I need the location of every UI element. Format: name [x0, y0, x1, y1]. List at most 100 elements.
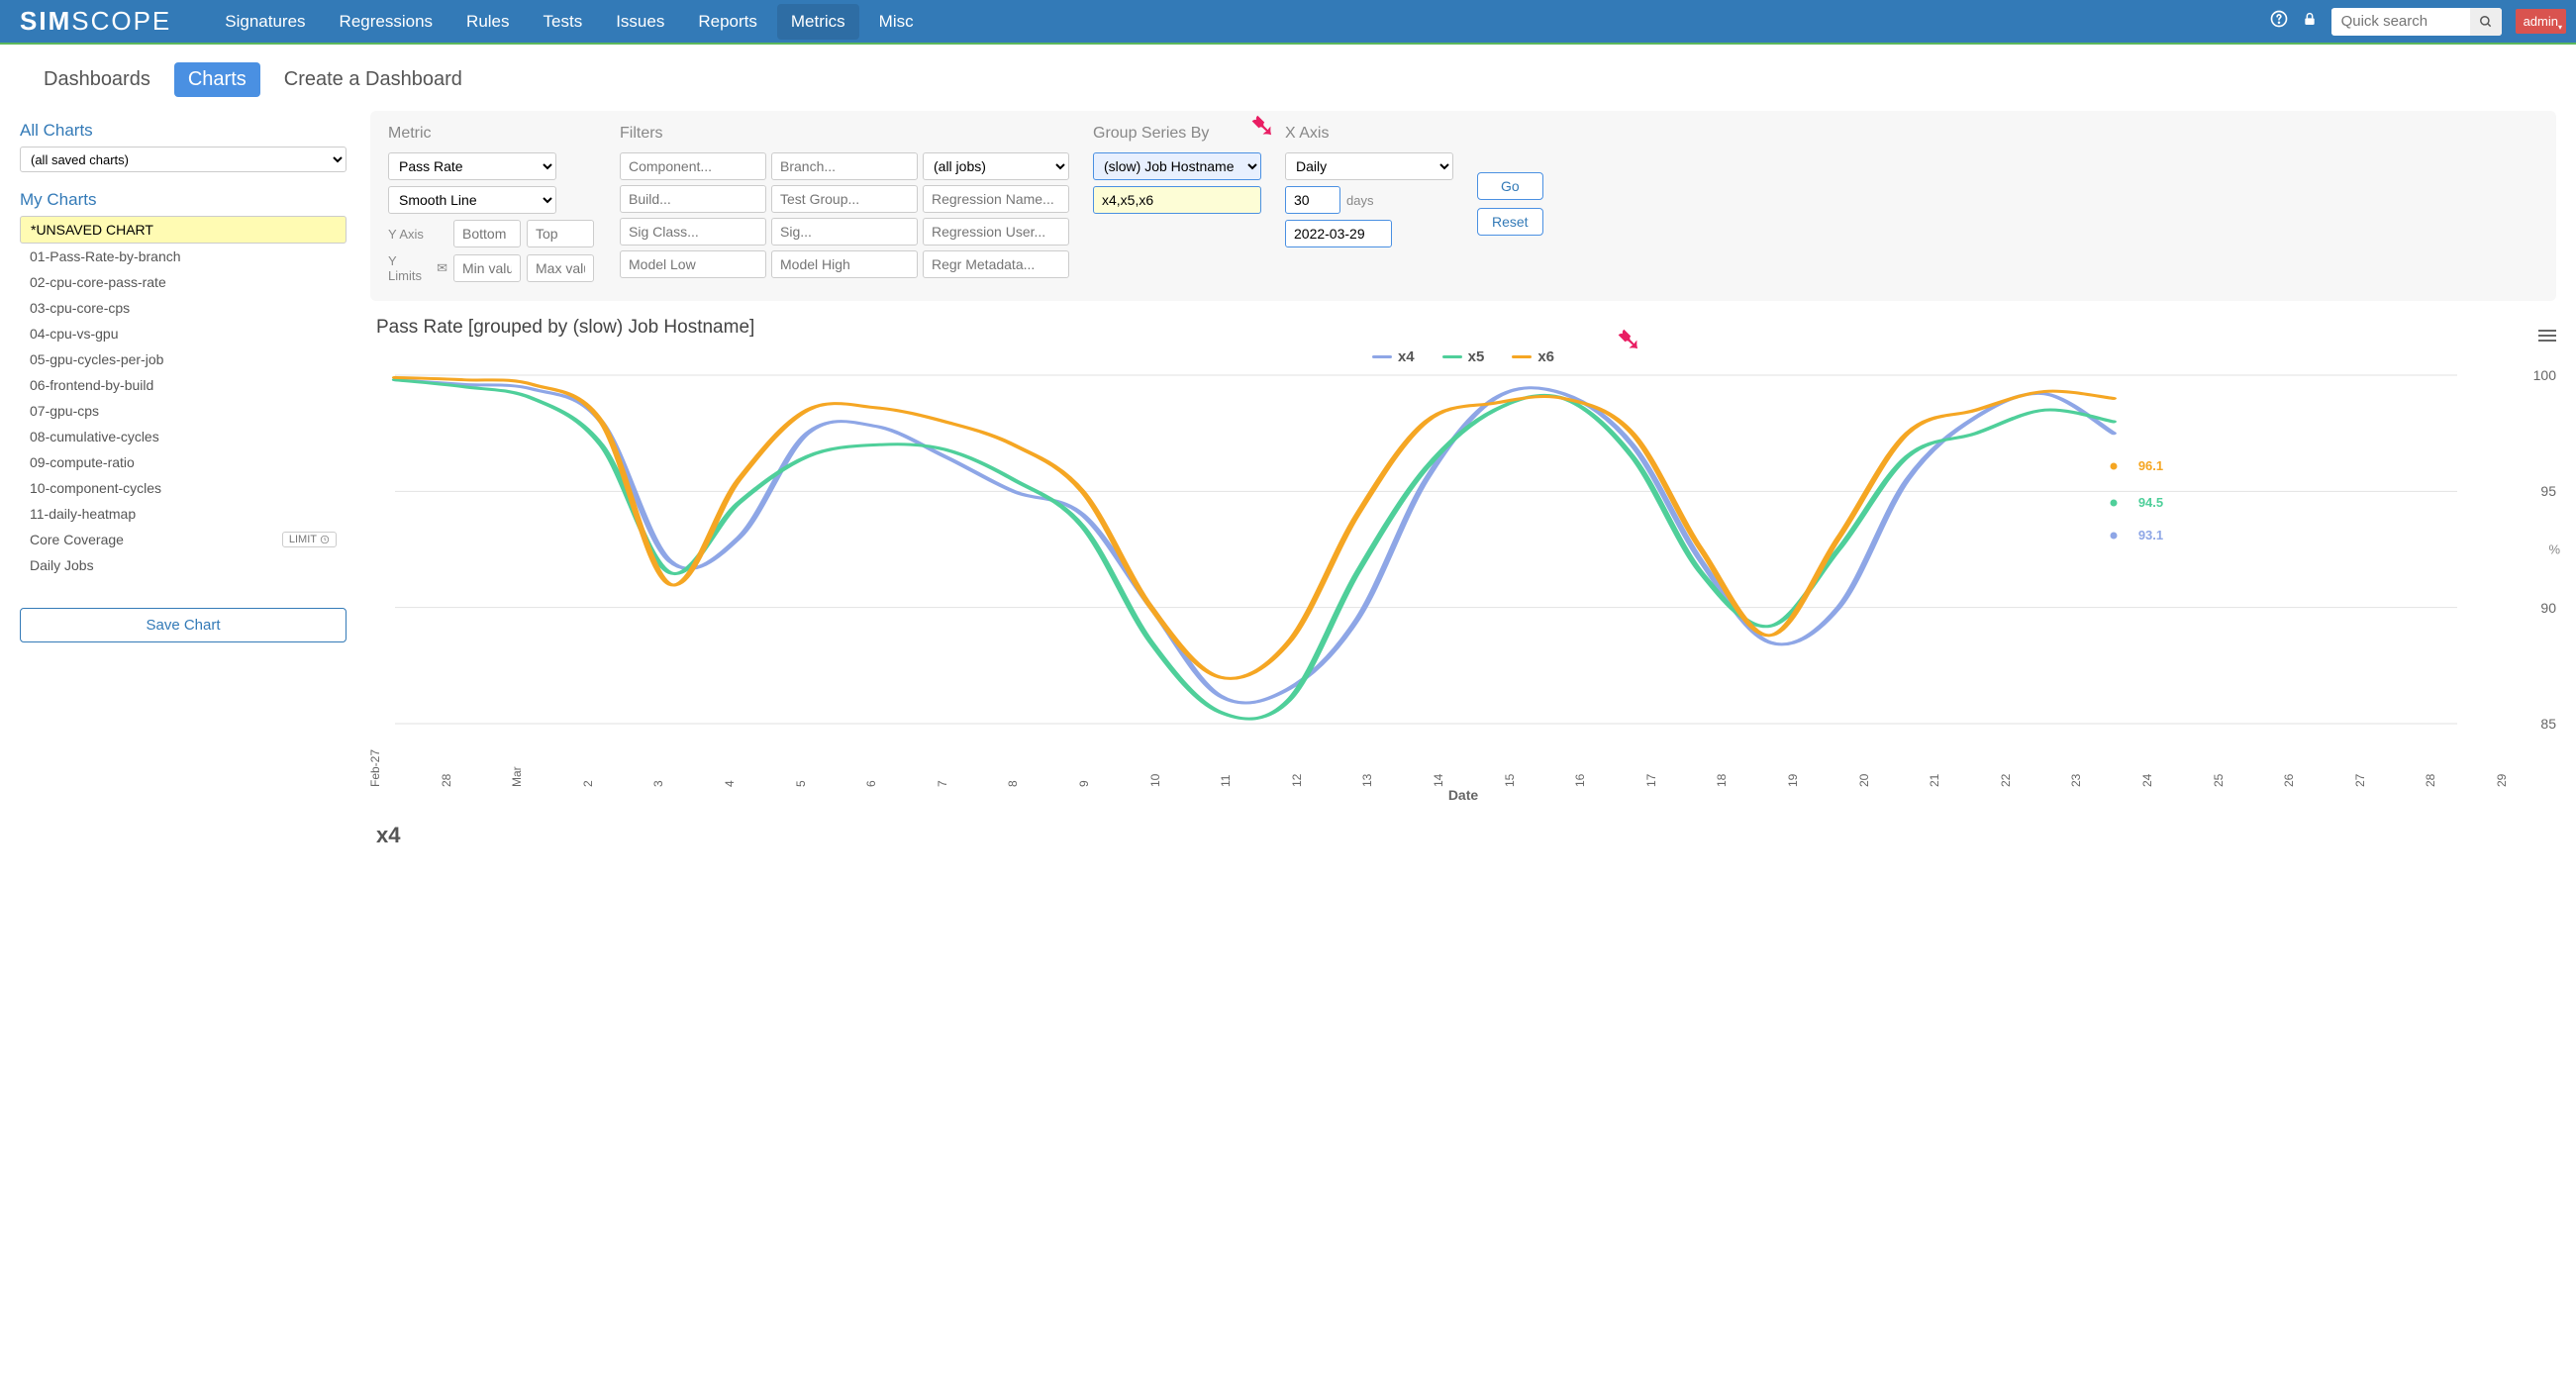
chart-item[interactable]: 07-gpu-cps [20, 398, 347, 424]
series-end-label: 96.1 [2138, 458, 2163, 473]
chart-item[interactable]: Core CoverageLIMIT [20, 527, 347, 552]
legend-item[interactable]: x5 [1442, 348, 1485, 365]
tab-charts[interactable]: Charts [174, 62, 260, 97]
y-unit-label: % [2548, 542, 2560, 557]
nav-rules[interactable]: Rules [452, 4, 523, 40]
x-tick: 29 [2495, 774, 2509, 787]
chart-item[interactable]: 06-frontend-by-build [20, 372, 347, 398]
x-tick: 5 [794, 780, 808, 787]
filter-regrname[interactable] [923, 185, 1069, 213]
x-tick: 3 [651, 780, 665, 787]
tab-dashboards[interactable]: Dashboards [30, 62, 164, 97]
chart-list: *UNSAVED CHART01-Pass-Rate-by-branch02-c… [20, 216, 347, 578]
filter-regrmeta[interactable] [923, 250, 1069, 278]
filter-jobs[interactable]: (all jobs) [923, 152, 1069, 180]
chart-item[interactable]: 11-daily-heatmap [20, 501, 347, 527]
top-navbar: SIMSCOPE SignaturesRegressionsRulesTests… [0, 0, 2576, 43]
x-tick: 28 [440, 774, 453, 787]
filter-component[interactable] [620, 152, 766, 180]
xaxis-select[interactable]: Daily [1285, 152, 1453, 180]
metric-heading: Metric [388, 125, 596, 143]
x-tick: 17 [1644, 774, 1658, 787]
chart-menu-icon[interactable] [2538, 327, 2556, 344]
xaxis-heading: X Axis [1285, 125, 1453, 143]
chart-item[interactable]: 03-cpu-core-cps [20, 295, 347, 321]
filters-heading: Filters [620, 125, 1069, 143]
yaxis-label: Y Axis [388, 227, 447, 242]
filter-sigclass[interactable] [620, 218, 766, 246]
ylimits-label: Y Limits ✉ [388, 253, 447, 283]
x-tick: 14 [1432, 774, 1445, 787]
nav-regressions[interactable]: Regressions [326, 4, 447, 40]
legend-item[interactable]: x6 [1512, 348, 1554, 365]
x-tick: 19 [1786, 774, 1800, 787]
help-icon[interactable] [2270, 10, 2288, 33]
nav-tests[interactable]: Tests [530, 4, 597, 40]
days-label: days [1346, 193, 1373, 208]
plot-type-select[interactable]: Smooth Line [388, 186, 556, 214]
save-chart-button[interactable]: Save Chart [20, 608, 347, 642]
chart-container: Pass Rate [grouped by (slow) Job Hostnam… [370, 317, 2556, 848]
metric-select[interactable]: Pass Rate [388, 152, 556, 180]
chart-legend: x4 x5 x6 [370, 348, 2556, 365]
x-tick: 4 [723, 780, 737, 787]
x-tick: 12 [1290, 774, 1304, 787]
x-tick: 13 [1360, 774, 1374, 787]
x-tick: 26 [2282, 774, 2296, 787]
days-input[interactable] [1285, 186, 1340, 214]
legend-item[interactable]: x4 [1372, 348, 1415, 365]
filter-branch[interactable] [771, 152, 918, 180]
limit-badge: LIMIT [282, 532, 337, 547]
chart-item[interactable]: 01-Pass-Rate-by-branch [20, 244, 347, 269]
x-tick: 7 [936, 780, 949, 787]
chart-item[interactable]: 05-gpu-cycles-per-job [20, 346, 347, 372]
x-tick: 18 [1715, 774, 1729, 787]
all-charts-select[interactable]: (all saved charts) [20, 147, 347, 172]
chart-item[interactable]: 04-cpu-vs-gpu [20, 321, 347, 346]
x-tick: 9 [1077, 780, 1091, 787]
x-tick: 24 [2140, 774, 2154, 787]
x-tick: 16 [1573, 774, 1587, 787]
yaxis-bottom-input[interactable] [453, 220, 521, 247]
tab-create-a-dashboard[interactable]: Create a Dashboard [270, 62, 476, 97]
yaxis-top-input[interactable] [527, 220, 594, 247]
group-select[interactable]: (slow) Job Hostname [1093, 152, 1261, 180]
chart-item[interactable]: 08-cumulative-cycles [20, 424, 347, 449]
y-tick: 95 [2540, 483, 2556, 499]
ylimits-min-input[interactable] [453, 254, 521, 282]
filter-sig[interactable] [771, 218, 918, 246]
chart-item[interactable]: 02-cpu-core-pass-rate [20, 269, 347, 295]
nav-signatures[interactable]: Signatures [211, 4, 319, 40]
reset-button[interactable]: Reset [1477, 208, 1543, 236]
search-button[interactable] [2470, 8, 2502, 36]
nav-issues[interactable]: Issues [602, 4, 678, 40]
nav-items: SignaturesRegressionsRulesTestsIssuesRep… [211, 4, 927, 40]
group-heading: Group Series By [1093, 125, 1261, 143]
nav-reports[interactable]: Reports [684, 4, 771, 40]
x-axis-label: Date [370, 787, 2556, 803]
x-tick: Mar [510, 766, 524, 787]
chart-item[interactable]: 10-component-cycles [20, 475, 347, 501]
filter-build[interactable] [620, 185, 766, 213]
x-tick: 22 [1999, 774, 2013, 787]
nav-misc[interactable]: Misc [865, 4, 928, 40]
x-tick: 23 [2069, 774, 2083, 787]
nav-metrics[interactable]: Metrics [777, 4, 859, 40]
user-badge[interactable]: admin [2516, 9, 2566, 34]
lock-icon[interactable] [2302, 11, 2318, 32]
chart-item[interactable]: Daily Jobs [20, 552, 347, 578]
filter-modellow[interactable] [620, 250, 766, 278]
chart-item[interactable]: 09-compute-ratio [20, 449, 347, 475]
x-tick: 27 [2353, 774, 2367, 787]
search-input[interactable] [2331, 9, 2470, 34]
chart-item[interactable]: *UNSAVED CHART [20, 216, 347, 244]
filter-modelhigh[interactable] [771, 250, 918, 278]
group-value-input[interactable] [1093, 186, 1261, 214]
sub-navbar: Dashboards Charts Create a Dashboard [0, 43, 2576, 111]
date-input[interactable] [1285, 220, 1392, 247]
ylimits-max-input[interactable] [527, 254, 594, 282]
filter-regruser[interactable] [923, 218, 1069, 246]
go-button[interactable]: Go [1477, 172, 1543, 200]
quick-search[interactable] [2331, 8, 2502, 36]
filter-testgroup[interactable] [771, 185, 918, 213]
